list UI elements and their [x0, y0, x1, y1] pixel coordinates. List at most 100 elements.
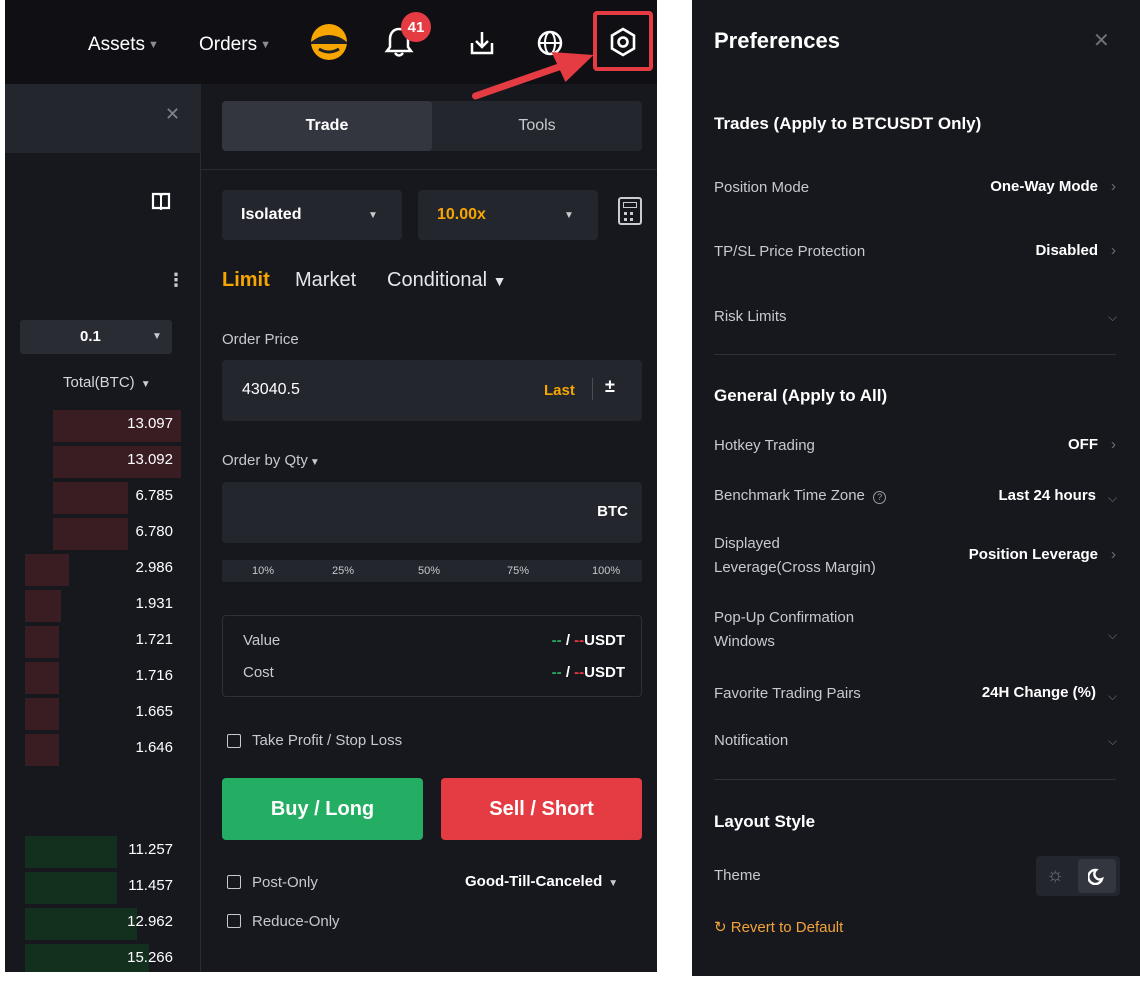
risk-limits-label[interactable]: Risk Limits — [714, 305, 787, 329]
total-column-header[interactable]: Total(BTC) ▼ — [63, 374, 151, 391]
chevron-down-icon: ▼ — [260, 39, 271, 51]
buy-long-button[interactable]: Buy / Long — [222, 778, 423, 840]
popup-confirmation-label[interactable]: Pop-Up Confirmation Windows — [714, 606, 854, 654]
post-only-checkbox[interactable] — [227, 875, 241, 889]
chevron-right-icon[interactable]: › — [1111, 178, 1116, 195]
chevron-right-icon[interactable]: › — [1111, 436, 1116, 453]
order-type-market[interactable]: Market — [295, 269, 356, 292]
order-price-label: Order Price — [222, 331, 299, 348]
ask-depth-bar — [53, 518, 128, 550]
order-type-limit[interactable]: Limit — [222, 269, 270, 292]
ask-total-value: 13.092 — [127, 451, 173, 468]
chevron-down-icon[interactable]: ⌵ — [1108, 491, 1117, 506]
ask-row[interactable]: 6.785 — [5, 480, 201, 516]
quantity-input[interactable]: BTC — [222, 482, 642, 543]
hotkey-value[interactable]: OFF — [1068, 436, 1098, 453]
reduce-only-checkbox[interactable] — [227, 914, 241, 928]
language-button[interactable] — [533, 26, 567, 60]
ask-row[interactable]: 1.646 — [5, 732, 201, 768]
bid-row[interactable]: 15.266 — [5, 942, 201, 972]
tpsl-label: Take Profit / Stop Loss — [252, 732, 403, 749]
ask-row[interactable]: 1.721 — [5, 624, 201, 660]
ask-total-value: 1.665 — [135, 703, 173, 720]
pct-10[interactable]: 10% — [252, 565, 274, 577]
displayed-leverage-value[interactable]: Position Leverage — [969, 546, 1098, 563]
orders-menu[interactable]: Orders ▼ — [199, 34, 271, 56]
bid-row[interactable]: 11.457 — [5, 870, 201, 906]
moon-button[interactable] — [1078, 859, 1116, 893]
more-vertical-icon[interactable]: ⋮ — [167, 270, 185, 291]
hotkey-label: Hotkey Trading — [714, 437, 815, 454]
tpsl-checkbox[interactable] — [227, 734, 241, 748]
separator: / — [565, 632, 570, 649]
bid-total-value: 15.266 — [127, 949, 173, 966]
bid-row[interactable]: 12.962 — [5, 906, 201, 942]
divider — [592, 378, 593, 400]
ask-row[interactable]: 1.716 — [5, 660, 201, 696]
chevron-down-icon[interactable]: ⌵ — [1108, 310, 1117, 325]
trade-panel: Trade Tools Isolated ▼ 10.00x ▼ Limit Ma… — [201, 84, 657, 972]
pct-100[interactable]: 100% — [592, 565, 620, 577]
ask-row[interactable]: 2.986 — [5, 552, 201, 588]
ask-depth-bar — [25, 626, 59, 658]
ask-row[interactable]: 6.780 — [5, 516, 201, 552]
theme-label: Theme — [714, 867, 761, 884]
order-type-conditional[interactable]: Conditional ▼ — [387, 269, 507, 292]
ask-total-value: 1.646 — [135, 739, 173, 756]
popup-line2: Windows — [714, 633, 775, 650]
ask-row[interactable]: 1.665 — [5, 696, 201, 732]
chevron-down-icon[interactable]: ⌵ — [1108, 628, 1117, 643]
sell-short-button[interactable]: Sell / Short — [441, 778, 642, 840]
chevron-down-icon[interactable]: ⌵ — [1108, 689, 1117, 704]
ask-row[interactable]: 1.931 — [5, 588, 201, 624]
leverage-select[interactable]: 10.00x ▼ — [418, 190, 598, 240]
timezone-value[interactable]: Last 24 hours — [998, 487, 1096, 504]
help-icon[interactable]: ? — [873, 491, 887, 504]
time-in-force-select[interactable]: Good-Till-Canceled ▼ — [465, 873, 618, 890]
order-price-input[interactable]: 43040.5 Last ± — [222, 360, 642, 421]
order-by-qty-select[interactable]: Order by Qty ▼ — [222, 452, 320, 469]
ask-total-value: 1.931 — [135, 595, 173, 612]
notification-label[interactable]: Notification — [714, 729, 788, 753]
close-icon[interactable]: ✕ — [1093, 28, 1110, 53]
ask-depth-bar — [25, 734, 59, 766]
plus-minus-icon[interactable]: ± — [605, 376, 615, 397]
theme-toggle[interactable]: ☼ — [1036, 856, 1120, 896]
tab-trade[interactable]: Trade — [222, 101, 432, 151]
revert-to-default-button[interactable]: ↻ Revert to Default — [714, 918, 843, 936]
book-icon[interactable] — [151, 192, 171, 215]
precision-select[interactable]: 0.1 ▼ — [20, 320, 172, 354]
chevron-right-icon[interactable]: › — [1111, 546, 1116, 563]
popup-line1: Pop-Up Confirmation — [714, 609, 855, 626]
refresh-icon: ↻ — [714, 919, 727, 936]
chevron-down-icon[interactable]: ⌵ — [1108, 734, 1117, 749]
download-button[interactable] — [465, 26, 499, 60]
pct-75[interactable]: 75% — [507, 565, 529, 577]
margin-mode-select[interactable]: Isolated ▼ — [222, 190, 402, 240]
tpsl-protection-value[interactable]: Disabled — [1035, 242, 1098, 259]
ask-total-value: 6.785 — [135, 487, 173, 504]
ask-total-value: 1.716 — [135, 667, 173, 684]
ask-depth-bar — [25, 590, 61, 622]
ask-row[interactable]: 13.092 — [5, 444, 201, 480]
ask-row[interactable]: 13.097 — [5, 408, 201, 444]
avatar[interactable] — [309, 22, 349, 62]
close-icon[interactable]: ✕ — [165, 104, 180, 125]
pct-25[interactable]: 25% — [332, 565, 354, 577]
percentage-slider[interactable]: 10% 25% 50% 75% 100% — [222, 560, 642, 582]
calculator-icon[interactable] — [618, 197, 642, 225]
ask-depth-bar — [53, 482, 128, 514]
last-price-button[interactable]: Last — [544, 382, 575, 399]
displayed-leverage-line2: Leverage(Cross Margin) — [714, 559, 876, 576]
position-mode-value[interactable]: One-Way Mode — [990, 178, 1098, 195]
chevron-down-icon: ▼ — [368, 210, 378, 221]
assets-menu[interactable]: Assets ▼ — [88, 34, 159, 56]
sun-icon[interactable]: ☼ — [1046, 864, 1064, 887]
ask-total-value: 1.721 — [135, 631, 173, 648]
bid-row[interactable]: 11.257 — [5, 834, 201, 870]
pct-50[interactable]: 50% — [418, 565, 440, 577]
favorite-pairs-value[interactable]: 24H Change (%) — [982, 684, 1096, 701]
chevron-right-icon[interactable]: › — [1111, 242, 1116, 259]
ask-depth-bar — [25, 662, 59, 694]
tab-tools[interactable]: Tools — [432, 101, 642, 151]
